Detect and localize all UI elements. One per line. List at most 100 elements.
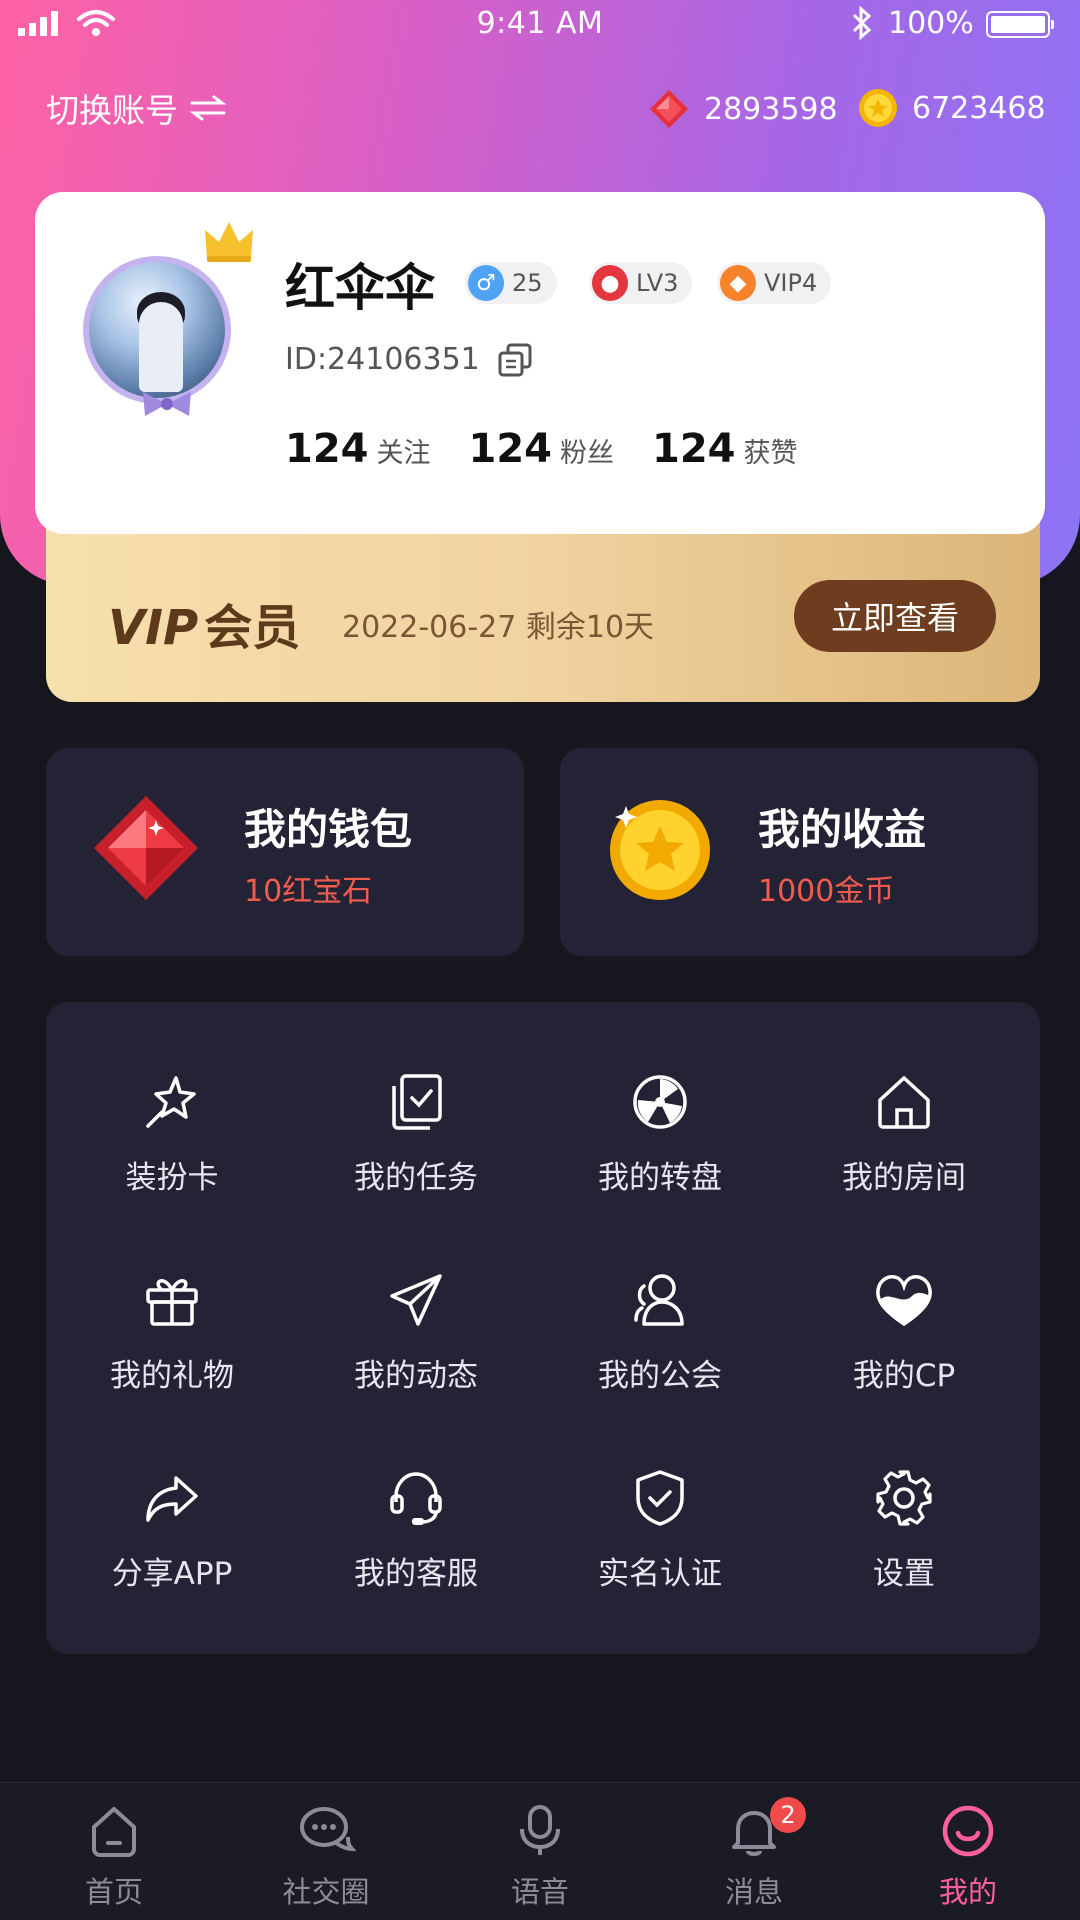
earnings-card[interactable]: 我的收益 1000金币 [560, 748, 1038, 956]
coin-count: 6723468 [912, 90, 1046, 126]
home-tab-icon [92, 1807, 136, 1857]
menu-label: 设置 [873, 1556, 935, 1592]
gear-icon [876, 1470, 932, 1526]
level-icon: ● [592, 265, 628, 301]
tab-voice[interactable]: 语音 [460, 1803, 620, 1911]
tab-label: 社交圈 [282, 1875, 370, 1909]
tab-social[interactable]: 社交圈 [246, 1803, 406, 1911]
ruby-icon [650, 90, 688, 128]
likes-count: 124 [652, 426, 736, 472]
level-badge: ● LV3 [589, 262, 693, 304]
profile-card: 红伞伞 ♂ 25 ● LV3 ◆ VIP4 ID:24106351 124 关注 … [35, 192, 1045, 534]
tab-label: 首页 [84, 1875, 143, 1909]
menu-grid: 装扮卡 我的任务 我的转盘 我的房间 我的礼物 我的动态 我的公会 我的CP 分… [46, 1002, 1040, 1654]
coin-icon [859, 89, 897, 127]
ruby-gem-icon [94, 796, 198, 900]
crown-icon [205, 222, 253, 262]
gift-icon [146, 1279, 198, 1326]
fans-stat[interactable]: 124 粉丝 [469, 426, 615, 472]
menu-label: 我的房间 [842, 1160, 966, 1196]
menu-label: 我的转盘 [598, 1160, 722, 1196]
coin-balance[interactable]: 6723468 [858, 88, 1046, 128]
gem-count: 2893598 [704, 91, 838, 127]
gem-balance[interactable]: 2893598 [648, 88, 838, 130]
message-badge: 2 [770, 1797, 806, 1833]
menu-item-tasks[interactable]: 我的任务 [316, 1072, 516, 1212]
vip-expiry: 2022-06-27 剩余10天 [342, 610, 655, 645]
wallet-balance: 10红宝石 [244, 874, 373, 909]
likes-stat[interactable]: 124 获赞 [652, 426, 798, 472]
age-text: 25 [512, 269, 543, 297]
menu-item-share[interactable]: 分享APP [72, 1468, 272, 1608]
tab-messages[interactable]: 2 消息 [674, 1797, 834, 1911]
menu-label: 我的公会 [598, 1358, 722, 1394]
vip-diamond-icon: ◆ [720, 265, 756, 301]
wallet-card[interactable]: 我的钱包 10红宝石 [46, 748, 524, 956]
profile-tab-icon [942, 1805, 994, 1857]
menu-item-moments[interactable]: 我的动态 [316, 1270, 516, 1410]
switch-account-button[interactable]: 切换账号 [46, 84, 226, 132]
menu-label: 分享APP [111, 1556, 233, 1592]
menu-item-settings[interactable]: 设置 [804, 1468, 1004, 1608]
tab-label: 我的 [938, 1875, 997, 1909]
menu-item-cp[interactable]: 我的CP [804, 1270, 1004, 1410]
shield-check-icon [636, 1470, 684, 1526]
tab-label: 消息 [724, 1875, 783, 1909]
level-text: LV3 [636, 269, 679, 297]
home-icon [878, 1076, 930, 1129]
menu-label: 装扮卡 [125, 1160, 219, 1196]
swap-icon [190, 95, 226, 121]
menu-label: 我的任务 [354, 1160, 478, 1196]
user-id: ID:24106351 [285, 342, 480, 377]
headset-icon [390, 1472, 442, 1525]
menu-label: 我的礼物 [110, 1358, 234, 1394]
earnings-balance: 1000金币 [758, 874, 895, 909]
menu-label: 我的CP [852, 1358, 956, 1394]
menu-label: 实名认证 [598, 1556, 722, 1592]
battery-icon [986, 11, 1054, 38]
bluetooth-icon [852, 6, 872, 40]
menu-item-room[interactable]: 我的房间 [804, 1072, 1004, 1212]
tab-home[interactable]: 首页 [34, 1803, 194, 1911]
earnings-title: 我的收益 [758, 805, 927, 854]
users-icon [634, 1274, 684, 1326]
bow-icon [143, 392, 191, 416]
switch-account-label: 切换账号 [46, 91, 178, 130]
avatar[interactable] [75, 218, 253, 416]
following-stat[interactable]: 124 关注 [285, 426, 431, 472]
male-icon: ♂ [468, 265, 504, 301]
menu-item-wheel[interactable]: 我的转盘 [560, 1072, 760, 1212]
menu-item-gifts[interactable]: 我的礼物 [72, 1270, 272, 1410]
menu-label: 我的客服 [354, 1556, 478, 1592]
status-bar: 9:41 AM 100% [0, 0, 1080, 48]
share-icon [146, 1476, 198, 1522]
nickname: 红伞伞 [285, 259, 435, 317]
vip-title: VIP 会员 [108, 588, 300, 658]
view-vip-button[interactable]: 立即查看 [794, 580, 996, 652]
following-label: 关注 [376, 438, 431, 469]
vip-badge: ◆ VIP4 [717, 262, 832, 304]
vip-banner: VIP 会员 2022-06-27 剩余10天 立即查看 [46, 512, 1040, 702]
copy-icon[interactable] [498, 343, 532, 377]
bottom-tab-bar: 首页 社交圈 语音 2 消息 我的 [0, 1782, 1080, 1920]
wallet-title: 我的钱包 [244, 805, 413, 854]
tab-mine[interactable]: 我的 [888, 1803, 1048, 1911]
mic-icon [520, 1805, 560, 1855]
star-wand-icon [146, 1076, 196, 1128]
chat-icon [300, 1807, 356, 1852]
vip-text: VIP4 [764, 269, 818, 297]
menu-item-guild[interactable]: 我的公会 [560, 1270, 760, 1410]
vip-title-en: VIP [108, 600, 199, 656]
menu-item-dress-card[interactable]: 装扮卡 [72, 1072, 272, 1212]
menu-label: 我的动态 [354, 1358, 478, 1394]
battery-percent: 100% [888, 6, 974, 41]
fans-label: 粉丝 [560, 438, 614, 469]
menu-item-service[interactable]: 我的客服 [316, 1468, 516, 1608]
profile-stats: 124 关注 124 粉丝 124 获赞 [285, 426, 798, 472]
fans-count: 124 [468, 426, 553, 472]
gender-age-badge: ♂ 25 [465, 262, 557, 304]
task-list-icon [392, 1074, 442, 1130]
paper-plane-icon [390, 1274, 442, 1326]
menu-item-verify[interactable]: 实名认证 [560, 1468, 760, 1608]
user-id-row: ID:24106351 [285, 342, 532, 377]
